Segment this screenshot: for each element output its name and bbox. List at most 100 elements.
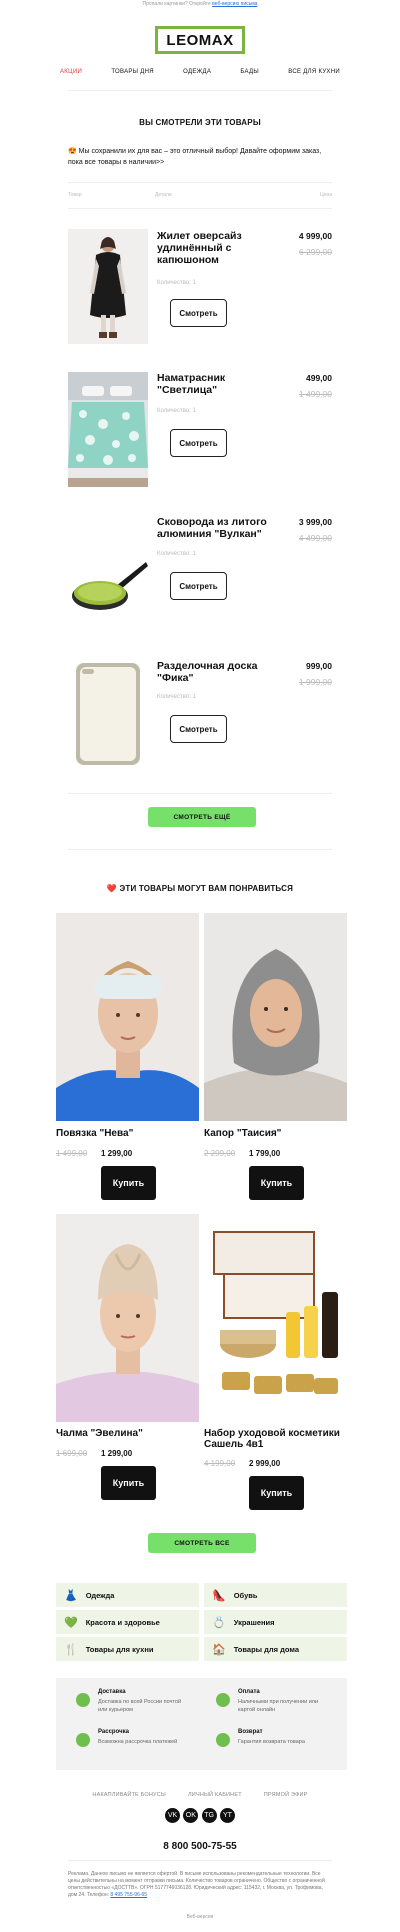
product-title[interactable]: Сковорода из литого алюминия "Вулкан": [157, 516, 275, 540]
buy-button[interactable]: Купить: [249, 1476, 304, 1510]
legal-body: Реклама. Данное письмо не является оферт…: [68, 1871, 325, 1898]
product-title[interactable]: Наматрасник "Светлица": [157, 372, 261, 396]
card-title[interactable]: Набор уходовой косметики Сашель 4в1: [204, 1428, 347, 1450]
category-label: Обувь: [233, 1590, 258, 1600]
mattress-photo: [68, 372, 148, 487]
product-old-price: 1 499,00: [298, 389, 332, 399]
info-text: Возможна рассрочка платежей: [98, 1739, 178, 1745]
product-title[interactable]: Жилет оверсайз удлинённый с капюшоном: [157, 230, 261, 266]
card-old-price: 4 199,00: [204, 1459, 236, 1468]
ok-icon[interactable]: OK: [183, 1808, 199, 1823]
product-price: 499,00: [306, 373, 332, 383]
see-all-button[interactable]: СМОТРЕТЬ ВСЕ: [148, 1533, 256, 1553]
nav-item-day-goods[interactable]: ТОВАРЫ ДНЯ: [111, 69, 154, 75]
return-icon: [216, 1733, 230, 1747]
product-image-vest[interactable]: [68, 229, 148, 344]
card-image-turban[interactable]: [56, 1214, 199, 1422]
telegram-icon[interactable]: TG: [201, 1808, 217, 1823]
product-image-mattress[interactable]: [68, 372, 148, 487]
view-button[interactable]: Смотреть: [170, 715, 227, 743]
view-button[interactable]: Смотреть: [170, 299, 227, 327]
product-qty: Количество: 1: [157, 280, 196, 286]
pan-photo: [72, 562, 148, 610]
youtube-icon[interactable]: YT: [219, 1808, 235, 1823]
bonus-link[interactable]: НАКАПЛИВАЙТЕ БОНУСЫ: [92, 1792, 166, 1798]
account-link[interactable]: ЛИЧНЫЙ КАБИНЕТ: [188, 1792, 242, 1798]
divider: [68, 849, 332, 850]
col-details: Детали: [155, 192, 172, 198]
product-old-price: 1 999,00: [298, 677, 332, 687]
category-beauty[interactable]: 💚 Красота и здоровье: [56, 1610, 199, 1634]
card-image-headband[interactable]: [56, 913, 199, 1121]
box-icon: [76, 1693, 90, 1707]
house-icon: 🏠: [212, 1643, 226, 1656]
legal-phone[interactable]: 8 495 755-96-65: [110, 1892, 147, 1898]
kitchen-icon: 🍴: [64, 1643, 78, 1656]
category-shoes[interactable]: 👠 Обувь: [204, 1583, 347, 1607]
card-title[interactable]: Чалма "Эвелина": [56, 1428, 199, 1439]
card-old-price: 2 299,00: [204, 1149, 236, 1158]
footer-links: НАКАПЛИВАЙТЕ БОНУСЫ ЛИЧНЫЙ КАБИНЕТ ПРЯМО…: [0, 1792, 400, 1798]
viewed-heading: ВЫ СМОТРЕЛИ ЭТИ ТОВАРЫ: [139, 118, 261, 127]
viewed-intro: 😍 Мы сохранили их для вас – это отличный…: [68, 148, 322, 166]
product-qty: Количество: 1: [157, 694, 196, 700]
social-icons: VK OK TG YT: [165, 1808, 235, 1823]
product-image-pan[interactable]: [68, 516, 148, 629]
category-label: Красота и здоровье: [85, 1617, 160, 1627]
live-link[interactable]: ПРЯМОЙ ЭФИР: [264, 1792, 308, 1798]
turban-photo: [56, 1214, 199, 1422]
product-image-board[interactable]: [68, 659, 148, 769]
product-old-price: 4 499,00: [298, 533, 332, 543]
category-label: Одежда: [85, 1590, 115, 1600]
card-image-cosmetics[interactable]: [204, 1214, 347, 1422]
info-title: Возврат: [238, 1729, 263, 1735]
divider: [68, 1860, 332, 1861]
card-old-price: 1 499,00: [56, 1149, 88, 1158]
buy-button[interactable]: Купить: [101, 1166, 156, 1200]
info-text: Доставка по всей России почтой или курье…: [98, 1699, 182, 1713]
buy-button[interactable]: Купить: [249, 1166, 304, 1200]
card-price: 1 299,00: [101, 1449, 133, 1458]
nav-item-sales[interactable]: АКЦИИ: [60, 69, 82, 75]
category-jewelry[interactable]: 💍 Украшения: [204, 1610, 347, 1634]
card-title[interactable]: Капор "Таисия": [204, 1128, 347, 1139]
divider: [68, 208, 332, 209]
legal-text: Реклама. Данное письмо не является оферт…: [68, 1871, 332, 1899]
product-qty: Количество: 1: [157, 551, 196, 557]
product-old-price: 6 299,00: [298, 247, 332, 257]
product-price: 999,00: [306, 661, 332, 671]
product-qty: Количество: 1: [157, 408, 196, 414]
category-home[interactable]: 🏠 Товары для дома: [204, 1637, 347, 1661]
web-version-link[interactable]: веб-версию письма: [212, 1, 257, 7]
see-more-button[interactable]: СМОТРЕТЬ ЕЩЁ: [148, 807, 256, 827]
card-price: 1 299,00: [101, 1149, 133, 1158]
headband-photo: [56, 913, 199, 1121]
hood-photo: [204, 913, 347, 1121]
view-button[interactable]: Смотреть: [170, 572, 227, 600]
card-title[interactable]: Повязка "Нева": [56, 1128, 199, 1139]
product-title[interactable]: Разделочная доска "Фика": [157, 660, 269, 684]
view-button[interactable]: Смотреть: [170, 429, 227, 457]
preheader: Пропали картинки? Откройте веб-версию пи…: [0, 0, 400, 8]
info-title: Оплата: [238, 1689, 260, 1695]
nav-item-supplements[interactable]: БАДЫ: [240, 69, 259, 75]
category-kitchen[interactable]: 🍴 Товары для кухни: [56, 1637, 199, 1661]
top-nav: АКЦИИ ТОВАРЫ ДНЯ ОДЕЖДА БАДЫ ВСЕ ДЛЯ КУХ…: [60, 69, 340, 75]
board-photo: [76, 663, 140, 765]
card-image-hood[interactable]: [204, 913, 347, 1121]
category-clothing[interactable]: 👗 Одежда: [56, 1583, 199, 1607]
vest-photo: [68, 229, 148, 344]
nav-item-clothing[interactable]: ОДЕЖДА: [183, 69, 211, 75]
category-label: Товары для дома: [233, 1644, 299, 1654]
ruble-icon: [216, 1693, 230, 1707]
vk-icon[interactable]: VK: [165, 1808, 180, 1823]
nav-item-kitchen[interactable]: ВСЕ ДЛЯ КУХНИ: [288, 69, 340, 75]
card-price: 1 799,00: [249, 1149, 281, 1158]
card-price: 2 999,00: [249, 1459, 281, 1468]
heart-health-icon: 💚: [64, 1616, 78, 1629]
buy-button[interactable]: Купить: [101, 1466, 156, 1500]
leomax-logo[interactable]: LEOMAX: [155, 26, 245, 54]
cosmetics-photo: [204, 1214, 347, 1422]
phone-number[interactable]: 8 800 500-75-55: [0, 1841, 400, 1852]
web-version-footer[interactable]: Веб-версия: [0, 1914, 400, 1920]
